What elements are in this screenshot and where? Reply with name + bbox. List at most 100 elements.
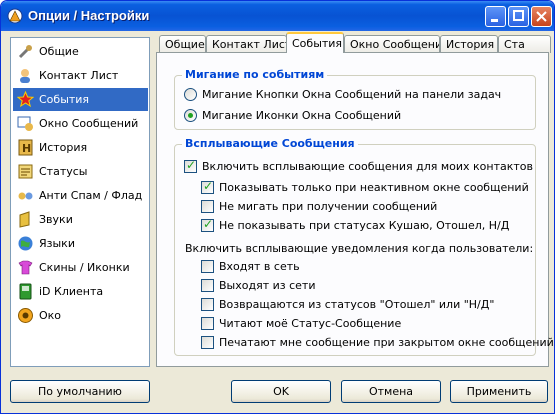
tab-statuses[interactable]: Ста bbox=[498, 35, 551, 53]
sidebar-item-label: Око bbox=[39, 309, 62, 322]
checkbox-box bbox=[201, 298, 214, 311]
tools-icon bbox=[18, 45, 32, 59]
radio-circle bbox=[184, 109, 197, 122]
checkbox-box bbox=[201, 279, 214, 292]
tab-history[interactable]: История bbox=[440, 35, 498, 53]
checkbox-label: Возвращаются из статусов "Отошел" или "Н… bbox=[219, 298, 495, 311]
checkbox-box bbox=[201, 200, 214, 213]
sidebar-item-label: История bbox=[39, 141, 88, 154]
statuses-icon bbox=[18, 164, 33, 179]
events-panel: Мигание по событиям Мигание Кнопки Окна … bbox=[156, 52, 554, 367]
maximize-button[interactable] bbox=[508, 6, 529, 27]
show-inactive-only-checkbox[interactable]: Показывать только при неактивном окне со… bbox=[201, 179, 531, 195]
sidebar-item-skins[interactable]: Скины / Иконки bbox=[13, 256, 148, 279]
checkbox-box bbox=[184, 158, 197, 173]
blink-group-title: Мигание по событиям bbox=[182, 68, 328, 81]
message-window-icon bbox=[17, 116, 33, 131]
close-icon bbox=[536, 11, 547, 22]
sidebar-item-label: События bbox=[39, 93, 90, 106]
hide-on-away-checkbox[interactable]: Не показывать при статусах Кушаю, Отошел… bbox=[201, 217, 531, 233]
sidebar-item-general[interactable]: Общие bbox=[13, 40, 148, 63]
tab-label: Контакт Лист bbox=[212, 38, 287, 51]
sidebar-item-label: Скины / Иконки bbox=[39, 261, 130, 274]
apply-button[interactable]: Применить bbox=[450, 380, 548, 403]
tab-label: Ста bbox=[504, 38, 525, 51]
checkbox-label: Входят в сеть bbox=[219, 260, 300, 273]
tab-events[interactable]: События bbox=[286, 32, 344, 53]
languages-icon bbox=[18, 236, 33, 251]
enable-popups-checkbox[interactable]: Включить всплывающие сообщения для моих … bbox=[184, 158, 533, 174]
sidebar-item-message-window[interactable]: Окно Сообщений bbox=[13, 112, 148, 135]
app-icon bbox=[7, 8, 23, 24]
radio-circle bbox=[184, 88, 197, 101]
tab-label: История bbox=[446, 38, 495, 51]
sidebar-item-client-id[interactable]: iD Клиента bbox=[13, 280, 148, 303]
sidebar-item-antispam[interactable]: Анти Спам / Флад bbox=[13, 184, 148, 207]
sidebar-item-contact-list[interactable]: Контакт Лист bbox=[13, 64, 148, 87]
minimize-icon bbox=[491, 19, 498, 22]
sounds-icon bbox=[19, 211, 30, 228]
sidebar-item-label: Общие bbox=[39, 45, 79, 58]
tab-strip: Общие Контакт Лист События Окно Сообщени… bbox=[156, 32, 551, 53]
eye-icon bbox=[18, 308, 33, 323]
sidebar-item-languages[interactable]: Языки bbox=[13, 232, 148, 255]
skins-icon bbox=[18, 260, 33, 275]
close-button[interactable] bbox=[531, 6, 552, 27]
settings-sidebar: Общие Контакт Лист События Окно Сообщени… bbox=[10, 37, 150, 367]
notify-online-checkbox[interactable]: Входят в сеть bbox=[201, 260, 531, 274]
sidebar-item-label: Статусы bbox=[39, 165, 88, 178]
options-window: Опции / Настройки Общие Контакт Лист Соб… bbox=[0, 0, 555, 414]
checkbox-label: Не мигать при получении сообщений bbox=[219, 200, 438, 213]
antispam-icon bbox=[18, 192, 33, 200]
sidebar-item-eye[interactable]: Око bbox=[13, 304, 148, 327]
tab-message-window[interactable]: Окно Сообщений bbox=[344, 35, 440, 53]
checkbox-label: Выходят из сети bbox=[219, 279, 316, 292]
radio-label: Мигание Кнопки Окна Сообщений на панели … bbox=[202, 88, 502, 101]
blink-group: Мигание по событиям Мигание Кнопки Окна … bbox=[174, 68, 536, 130]
title-bar[interactable]: Опции / Настройки bbox=[1, 1, 554, 31]
checkbox-box bbox=[201, 179, 214, 194]
checkbox-box bbox=[201, 260, 214, 273]
checkbox-box bbox=[201, 217, 214, 232]
notify-read-status-checkbox[interactable]: Читают моё Статус-Сообщение bbox=[201, 317, 531, 331]
radio-label: Мигание Иконки Окна Сообщений bbox=[202, 109, 402, 122]
defaults-button[interactable]: По умолчанию bbox=[10, 380, 150, 403]
popup-group-title: Всплывающие Сообщения bbox=[182, 137, 358, 150]
sidebar-item-statuses[interactable]: Статусы bbox=[13, 160, 148, 183]
checkbox-label: Показывать только при неактивном окне со… bbox=[219, 181, 529, 194]
sidebar-item-history[interactable]: H История bbox=[13, 136, 148, 159]
tab-label: События bbox=[292, 37, 343, 50]
checkbox-label: Печатают мне сообщение при закрытом окне… bbox=[219, 336, 554, 349]
tab-general[interactable]: Общие bbox=[159, 35, 206, 53]
blink-taskbar-radio[interactable]: Мигание Кнопки Окна Сообщений на панели … bbox=[184, 88, 524, 102]
sidebar-item-label: Окно Сообщений bbox=[39, 117, 139, 130]
checkbox-label: Читают моё Статус-Сообщение bbox=[219, 317, 402, 330]
cancel-button[interactable]: Отмена bbox=[341, 380, 441, 403]
maximize-icon bbox=[513, 10, 524, 21]
sidebar-item-events[interactable]: События bbox=[13, 88, 148, 111]
minimize-button[interactable] bbox=[485, 6, 506, 27]
sidebar-item-label: Звуки bbox=[39, 213, 73, 226]
events-star-icon bbox=[17, 91, 34, 108]
no-blink-checkbox[interactable]: Не мигать при получении сообщений bbox=[201, 200, 531, 214]
client-id-icon bbox=[19, 283, 32, 300]
notify-return-checkbox[interactable]: Возвращаются из статусов "Отошел" или "Н… bbox=[201, 298, 531, 312]
ok-button[interactable]: OK bbox=[231, 380, 331, 403]
checkbox-box bbox=[201, 336, 214, 349]
notify-offline-checkbox[interactable]: Выходят из сети bbox=[201, 279, 531, 293]
tab-contact-list[interactable]: Контакт Лист bbox=[206, 35, 287, 53]
window-title: Опции / Настройки bbox=[28, 8, 150, 23]
notify-typing-checkbox[interactable]: Печатают мне сообщение при закрытом окне… bbox=[201, 336, 554, 350]
blink-icon-radio[interactable]: Мигание Иконки Окна Сообщений bbox=[184, 109, 524, 123]
checkbox-label: Не показывать при статусах Кушаю, Отошел… bbox=[219, 219, 510, 232]
svg-text:H: H bbox=[22, 142, 31, 155]
sidebar-item-label: iD Клиента bbox=[39, 285, 104, 298]
tab-label: Окно Сообщений bbox=[350, 38, 440, 51]
history-icon: H bbox=[18, 139, 33, 156]
notify-heading: Включить всплывающие уведомления когда п… bbox=[185, 242, 534, 255]
checkbox-label: Включить всплывающие сообщения для моих … bbox=[202, 160, 533, 173]
sidebar-item-sounds[interactable]: Звуки bbox=[13, 208, 148, 231]
checkbox-box bbox=[201, 317, 214, 330]
contact-list-icon bbox=[20, 69, 30, 83]
popup-group: Всплывающие Сообщения Включить всплывающ… bbox=[174, 137, 554, 356]
